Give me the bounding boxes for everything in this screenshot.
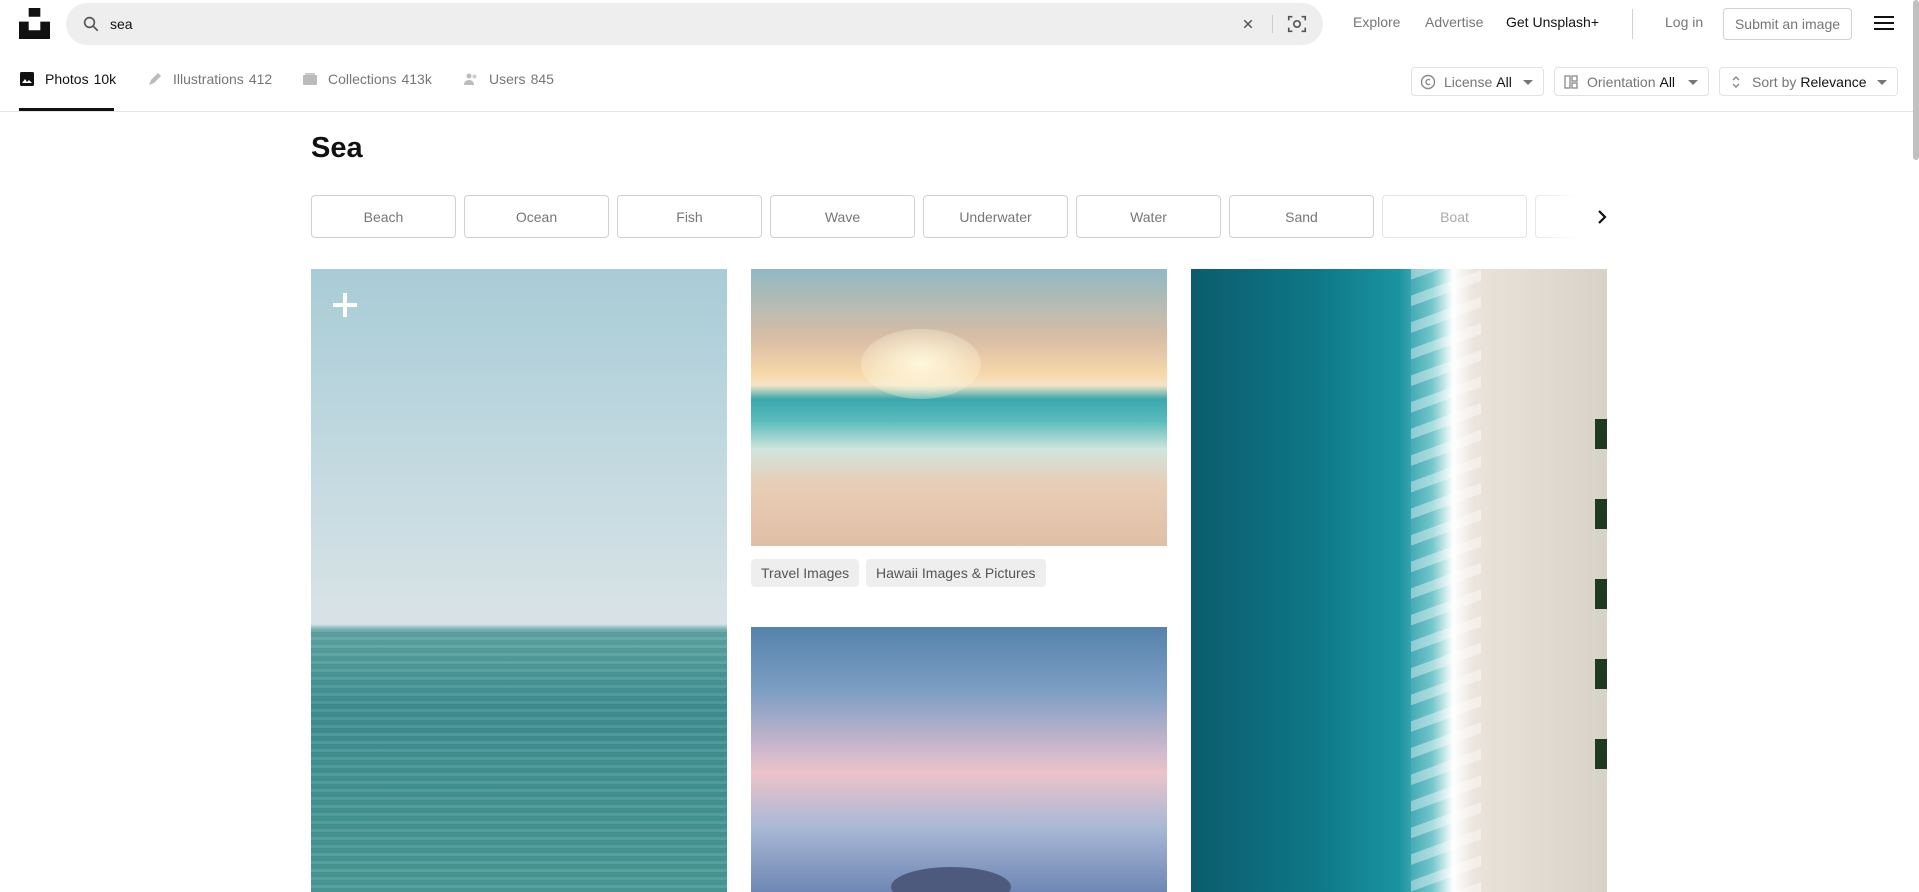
search-bar xyxy=(66,3,1323,45)
submit-image-button[interactable]: Submit an image xyxy=(1723,8,1852,40)
folder-icon xyxy=(303,73,317,85)
filter-value: All xyxy=(1659,73,1676,90)
related-tags-row: Beach Ocean Fish Wave Underwater Water S… xyxy=(311,195,1608,238)
filter-label: Sort by xyxy=(1752,73,1797,90)
orientation-filter[interactable]: Orientation All xyxy=(1554,67,1709,96)
license-filter[interactable]: License All xyxy=(1411,67,1544,96)
tab-count: 412 xyxy=(248,71,273,87)
related-tag[interactable]: Boat xyxy=(1382,195,1527,238)
filter-label: License xyxy=(1444,73,1493,90)
related-tag[interactable]: Wave xyxy=(770,195,915,238)
related-tag[interactable]: Water xyxy=(1076,195,1221,238)
tab-label: Illustrations xyxy=(173,71,244,87)
related-tag[interactable]: Underwater xyxy=(923,195,1068,238)
search-input[interactable] xyxy=(110,3,1270,45)
related-tag[interactable]: Fish xyxy=(617,195,762,238)
sea-texture xyxy=(311,629,727,892)
top-navigation: Explore Advertise Get Unsplash+ Log in S… xyxy=(0,0,1919,46)
unsplash-logo-icon[interactable] xyxy=(19,8,50,39)
shore-trees xyxy=(1595,419,1607,819)
tab-users[interactable]: Users 845 xyxy=(463,46,554,112)
nav-separator xyxy=(1632,9,1633,39)
clear-icon[interactable] xyxy=(1239,15,1257,33)
tab-collections[interactable]: Collections 413k xyxy=(302,46,432,112)
photo-sky-clouds[interactable] xyxy=(751,627,1167,892)
tab-count: 10k xyxy=(93,71,117,87)
related-tag[interactable]: Sand xyxy=(1229,195,1374,238)
photo-calm-sea[interactable] xyxy=(311,269,727,892)
chevron-down-icon xyxy=(1523,80,1533,85)
photo-tag[interactable]: Hawaii Images & Pictures xyxy=(866,559,1046,587)
tab-label: Collections xyxy=(328,71,397,87)
tab-count: 413k xyxy=(401,71,432,87)
users-icon xyxy=(464,73,477,85)
filter-value: Relevance xyxy=(1800,73,1867,90)
page-title: Sea xyxy=(311,132,363,164)
search-tabs-bar: Photos 10k Illustrations 412 Collections 41… xyxy=(0,46,1919,112)
chevron-down-icon xyxy=(1688,80,1698,85)
search-divider xyxy=(1272,15,1273,33)
sort-icon xyxy=(1732,75,1740,88)
dark-cloud xyxy=(891,867,1011,892)
related-tag[interactable]: Beach xyxy=(311,195,456,238)
sort-filter[interactable]: Sort by Relevance xyxy=(1719,67,1898,96)
nav-advertise[interactable]: Advertise xyxy=(1425,14,1483,30)
active-tab-indicator xyxy=(19,108,114,111)
photo-tag[interactable]: Travel Images xyxy=(751,559,860,587)
search-icon[interactable] xyxy=(82,15,100,33)
related-tag[interactable]: Ocean xyxy=(464,195,609,238)
wave-foam xyxy=(1411,269,1481,892)
nav-get-unsplash-plus[interactable]: Get Unsplash+ xyxy=(1506,14,1599,30)
tab-photos[interactable]: Photos 10k xyxy=(19,46,116,112)
photo-icon xyxy=(20,72,34,86)
chevron-right-icon[interactable] xyxy=(1590,205,1614,229)
filter-value: All xyxy=(1496,73,1512,90)
chevron-down-icon xyxy=(1877,80,1887,85)
tab-illustrations[interactable]: Illustrations 412 xyxy=(147,46,272,112)
tab-count: 845 xyxy=(530,71,554,87)
menu-icon[interactable] xyxy=(1873,14,1895,32)
nav-explore[interactable]: Explore xyxy=(1353,14,1400,30)
tab-label: Photos xyxy=(45,71,89,87)
sun-glow xyxy=(861,329,981,399)
photo-beach-sunset[interactable] xyxy=(751,269,1167,546)
pen-icon xyxy=(149,73,161,85)
visual-search-icon[interactable] xyxy=(1286,13,1308,35)
login-link[interactable]: Log in xyxy=(1665,14,1703,30)
filter-label: Orientation xyxy=(1587,73,1656,90)
page-scrollbar[interactable] xyxy=(1913,0,1919,160)
photo-aerial-shore[interactable] xyxy=(1191,269,1607,892)
unsplash-plus-icon xyxy=(333,293,357,317)
license-icon xyxy=(1420,74,1436,89)
orientation-icon xyxy=(1564,74,1578,89)
tab-label: Users xyxy=(489,71,526,87)
